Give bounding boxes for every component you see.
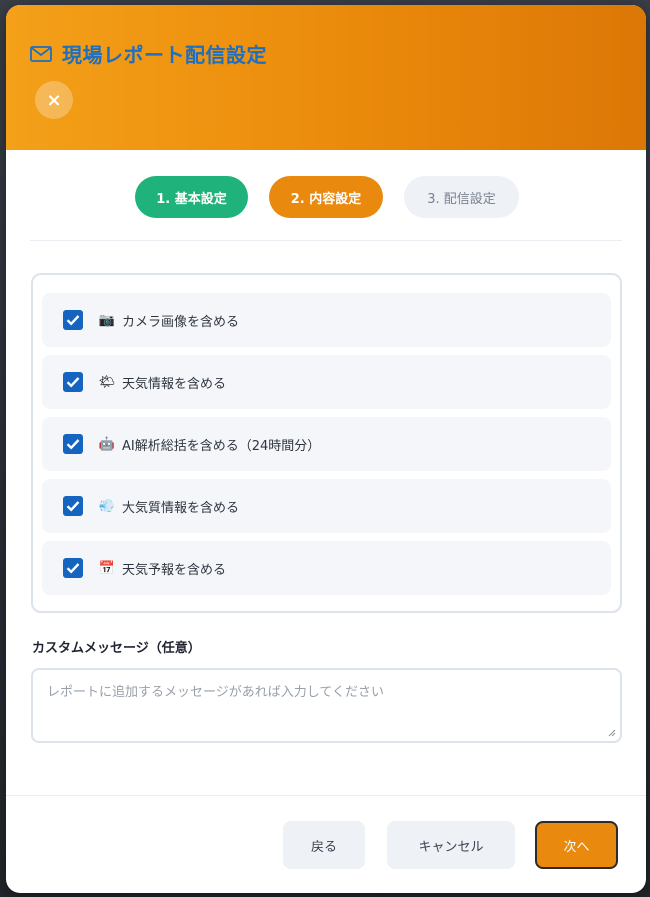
next-button[interactable]: 次へ (535, 821, 618, 869)
option-weather-info[interactable]: 🌤 天気情報を含める (42, 355, 611, 409)
checkbox-weather-forecast[interactable] (63, 558, 83, 578)
step-content-settings[interactable]: 2. 内容設定 (269, 176, 383, 218)
cancel-button[interactable]: キャンセル (387, 821, 515, 869)
report-settings-modal: 現場レポート配信設定 × 1. 基本設定 2. 内容設定 3. 配信設定 📷 カ… (6, 5, 646, 893)
checkbox-weather-info[interactable] (63, 372, 83, 392)
checkbox-camera-images[interactable] (63, 310, 83, 330)
robot-icon: 🤖 (98, 436, 116, 452)
custom-message-placeholder: レポートに追加するメッセージがあれば入力してください (47, 685, 384, 700)
checkbox-air-quality[interactable] (63, 496, 83, 516)
close-icon: × (46, 89, 62, 111)
custom-message-textarea[interactable]: レポートに追加するメッセージがあれば入力してください (31, 668, 622, 743)
option-ai-summary[interactable]: 🤖 AI解析総括を含める（24時間分） (42, 417, 611, 471)
envelope-icon (30, 45, 52, 62)
resize-handle-icon[interactable] (608, 729, 616, 737)
option-label: AI解析総括を含める（24時間分） (122, 438, 321, 454)
divider (30, 240, 622, 241)
modal-title: 現場レポート配信設定 (62, 43, 267, 67)
weather-icon: 🌤 (98, 374, 116, 390)
step-indicator: 1. 基本設定 2. 内容設定 3. 配信設定 (6, 176, 646, 220)
option-air-quality[interactable]: 💨 大気質情報を含める (42, 479, 611, 533)
camera-icon: 📷 (98, 312, 116, 328)
step-delivery-settings[interactable]: 3. 配信設定 (404, 176, 519, 218)
option-camera-images[interactable]: 📷 カメラ画像を含める (42, 293, 611, 347)
option-label: 天気情報を含める (122, 376, 227, 392)
title-row: 現場レポート配信設定 (30, 39, 267, 68)
option-label: 天気予報を含める (122, 562, 227, 578)
content-options-box: 📷 カメラ画像を含める 🌤 天気情報を含める 🤖 AI解析総括を含める（24時間… (31, 273, 622, 613)
back-button[interactable]: 戻る (283, 821, 365, 869)
option-label: 大気質情報を含める (122, 500, 240, 516)
air-quality-icon: 💨 (98, 498, 116, 514)
step-basic-settings[interactable]: 1. 基本設定 (135, 176, 248, 218)
modal-header: 現場レポート配信設定 × (6, 5, 646, 150)
calendar-icon: 📅 (98, 560, 116, 576)
close-button[interactable]: × (35, 81, 73, 119)
checkbox-ai-summary[interactable] (63, 434, 83, 454)
footer-divider (6, 795, 646, 796)
option-label: カメラ画像を含める (122, 314, 240, 330)
option-weather-forecast[interactable]: 📅 天気予報を含める (42, 541, 611, 595)
custom-message-label: カスタムメッセージ（任意） (32, 641, 201, 656)
